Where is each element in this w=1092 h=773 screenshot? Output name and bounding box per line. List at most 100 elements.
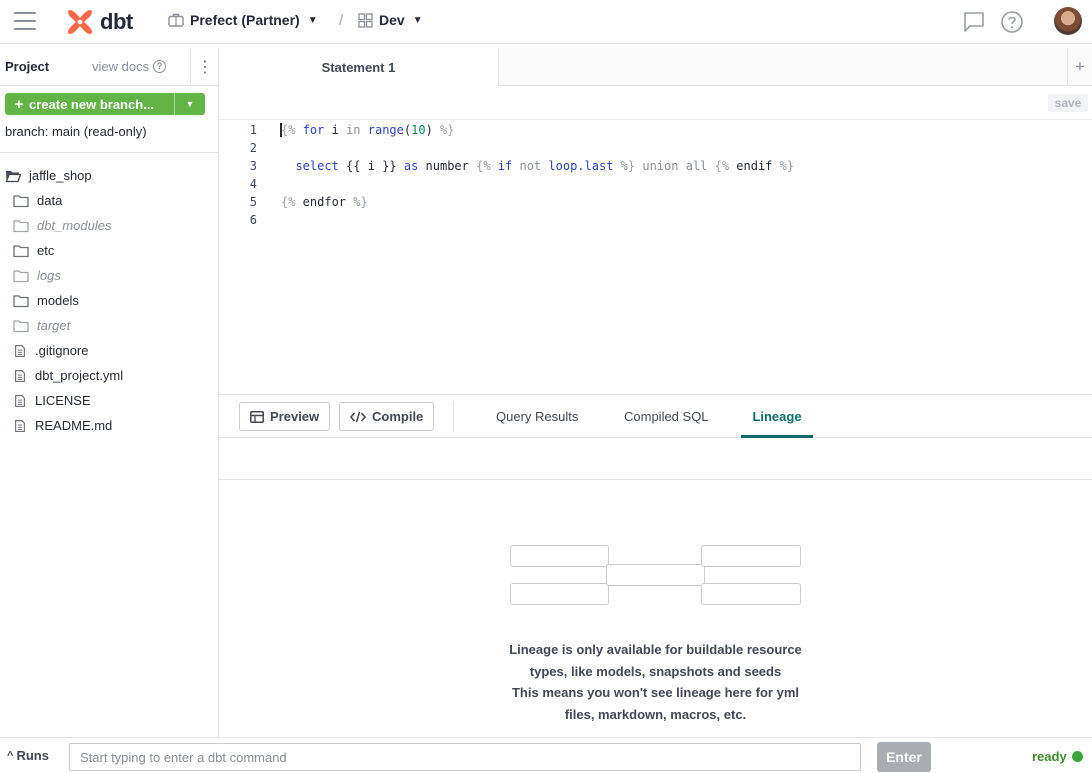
environment-selector[interactable]: Dev ▼: [358, 12, 423, 28]
file-icon: [15, 419, 25, 432]
logo-text: dbt: [100, 9, 133, 34]
code-text: {% endfor %}: [281, 195, 368, 209]
results-toolbar: Preview Compile Query Results Compiled S…: [219, 394, 1092, 438]
help-icon[interactable]: [1000, 10, 1024, 34]
tab-compiled-sql[interactable]: Compiled SQL: [624, 395, 709, 438]
tree-item-label: target: [37, 318, 71, 333]
file-icon: [15, 344, 25, 357]
tree-item[interactable]: data: [0, 188, 218, 213]
status-dot-icon: [1071, 751, 1083, 762]
runs-label: Runs: [16, 748, 49, 763]
toolbar-divider: [453, 401, 454, 433]
code-line: 3 select {{ i }} as number {% if not loo…: [219, 157, 1092, 175]
lineage-node: [701, 583, 801, 605]
status-indicator: ready: [1032, 749, 1083, 764]
breadcrumb-separator: /: [339, 12, 344, 29]
file-tree: jaffle_shopdata dbt_modulesetc logs models t…: [0, 163, 218, 438]
folder-icon: [13, 319, 29, 332]
view-docs-link[interactable]: view docs ?: [92, 59, 167, 74]
tree-item-label: dbt_modules: [37, 218, 112, 233]
line-number: 2: [249, 141, 257, 155]
lineage-message-2: This means you won't see lineage here fo…: [511, 685, 799, 722]
tree-item[interactable]: dbt_modules: [0, 213, 218, 238]
create-branch-label: create new branch...: [29, 96, 154, 112]
code-line: 5 {% endfor %}: [219, 193, 1092, 211]
lineage-node: [510, 545, 609, 567]
tree-item-label: LICENSE: [35, 393, 91, 408]
folder-icon: [13, 219, 29, 232]
tab-label: Statement 1: [321, 59, 396, 75]
tree-item[interactable]: jaffle_shop: [0, 163, 218, 188]
lineage-node: [701, 545, 801, 567]
code-line: 2: [219, 139, 1092, 157]
code-editor[interactable]: 1 {% for i in range(10) %} 2 3 select {{…: [219, 121, 1092, 394]
user-avatar[interactable]: [1054, 7, 1082, 35]
file-icon: [15, 394, 25, 407]
tree-item[interactable]: README.md: [0, 413, 218, 438]
code-line: 1 {% for i in range(10) %}: [219, 121, 1092, 139]
project-sidebar: Project view docs ? ⋮ + create new branc…: [0, 48, 219, 737]
folder-icon: [13, 294, 29, 307]
top-bar: dbt Prefect (Partner) ▼ / Dev ▼: [0, 0, 1092, 44]
project-selector[interactable]: Prefect (Partner) ▼: [168, 12, 318, 28]
tree-item[interactable]: models: [0, 288, 218, 313]
table-icon: [250, 410, 264, 423]
tree-item[interactable]: logs: [0, 263, 218, 288]
dbt-logo-icon: [68, 10, 92, 34]
command-input[interactable]: [69, 743, 861, 771]
tree-item[interactable]: .gitignore: [0, 338, 218, 363]
create-branch-button[interactable]: + create new branch... ▼: [5, 93, 205, 115]
tab-lineage[interactable]: Lineage: [741, 395, 813, 438]
tree-item[interactable]: target: [0, 313, 218, 338]
chevron-down-icon: ▼: [307, 14, 318, 26]
tab-query-results[interactable]: Query Results: [496, 395, 578, 438]
environment-name: Dev: [379, 12, 405, 28]
dbt-logo[interactable]: dbt: [66, 7, 133, 37]
lineage-node: [606, 564, 705, 586]
chat-icon[interactable]: [962, 10, 986, 34]
lineage-message-1: Lineage is only available for buildable …: [509, 642, 802, 679]
add-tab-icon[interactable]: +: [1067, 48, 1092, 86]
runs-toggle[interactable]: ^ Runs: [7, 748, 49, 763]
save-button[interactable]: save: [1048, 94, 1088, 112]
branch-info: branch: main (read-only): [5, 124, 147, 139]
preview-label: Preview: [270, 409, 320, 424]
more-options-icon[interactable]: ⋮: [190, 48, 219, 86]
tab-statement-1[interactable]: Statement 1: [219, 48, 499, 86]
file-icon: [15, 369, 25, 382]
briefcase-icon: [168, 13, 184, 27]
folder-open-icon: [5, 170, 21, 182]
plus-icon: +: [14, 95, 24, 113]
tree-item-label: jaffle_shop: [29, 168, 92, 183]
folder-icon: [13, 269, 29, 282]
enter-button[interactable]: Enter: [877, 742, 931, 772]
code-text: select {{ i }} as number {% if not loop.…: [295, 159, 795, 173]
view-docs-label: view docs: [92, 59, 150, 74]
line-number: 5: [249, 195, 257, 209]
sidebar-divider: [0, 152, 218, 153]
lineage-message: Lineage is only available for buildable …: [219, 639, 1092, 725]
folder-icon: [13, 244, 29, 257]
chevron-down-icon[interactable]: ▼: [174, 93, 205, 115]
help-circle-icon: ?: [153, 60, 167, 73]
grid-icon: [358, 12, 373, 28]
chevron-down-icon: ▼: [412, 14, 423, 26]
sidebar-title: Project: [5, 59, 50, 74]
menu-icon[interactable]: [14, 12, 36, 30]
folder-icon: [13, 194, 29, 207]
lineage-view: Lineage is only available for buildable …: [219, 481, 1092, 737]
tree-item-label: logs: [37, 268, 61, 283]
tree-item-label: dbt_project.yml: [35, 368, 124, 383]
command-bar: ^ Runs Enter ready: [0, 737, 1092, 773]
tree-item[interactable]: dbt_project.yml: [0, 363, 218, 388]
tree-item[interactable]: etc: [0, 238, 218, 263]
lineage-toolbar: [219, 438, 1092, 480]
line-number: 3: [249, 159, 257, 173]
tree-item[interactable]: LICENSE: [0, 388, 218, 413]
code-text: {% for i in range(10) %}: [281, 123, 455, 137]
tree-item-label: models: [37, 293, 79, 308]
line-number: 4: [249, 177, 257, 191]
project-name: Prefect (Partner): [190, 12, 300, 28]
preview-button[interactable]: Preview: [239, 402, 331, 431]
compile-button[interactable]: Compile: [339, 402, 435, 431]
